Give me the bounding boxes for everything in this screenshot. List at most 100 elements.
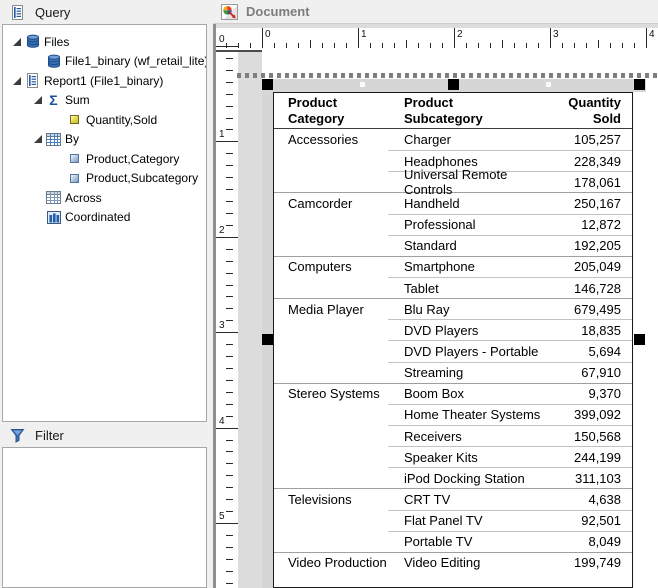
- cell-quantity-sold[interactable]: 178,061: [554, 171, 632, 192]
- cell-product-category[interactable]: Camcorder: [274, 193, 388, 213]
- cell-quantity-sold[interactable]: 679,495: [554, 299, 632, 319]
- cell-product-subcategory[interactable]: CRT TV: [388, 489, 554, 509]
- table-row[interactable]: Tablet146,728: [274, 277, 632, 298]
- cell-product-subcategory[interactable]: Boom Box: [388, 384, 554, 404]
- cell-quantity-sold[interactable]: 228,349: [554, 150, 632, 171]
- cell-quantity-sold[interactable]: 8,049: [554, 531, 632, 552]
- selection-handle-top-right[interactable]: [634, 79, 645, 90]
- cell-product-subcategory[interactable]: DVD Players - Portable: [388, 340, 554, 361]
- cell-product-subcategory[interactable]: Flat Panel TV: [388, 510, 554, 531]
- cell-product-category[interactable]: [274, 171, 388, 192]
- table-row[interactable]: Professional12,872: [274, 214, 632, 235]
- cell-product-subcategory[interactable]: Handheld: [388, 193, 554, 213]
- tree-item-file1-binary-wf-retail-lite[interactable]: File1_binary (wf_retail_lite): [3, 52, 206, 72]
- column-header-product-category[interactable]: ProductCategory: [274, 93, 388, 128]
- cell-product-category[interactable]: [274, 214, 388, 235]
- cell-product-category[interactable]: Stereo Systems: [274, 384, 388, 404]
- cell-product-category[interactable]: [274, 510, 388, 531]
- cell-product-subcategory[interactable]: Tablet: [388, 277, 554, 298]
- table-row[interactable]: DVD Players18,835: [274, 319, 632, 340]
- cell-product-category[interactable]: Accessories: [274, 129, 388, 150]
- cell-quantity-sold[interactable]: 12,872: [554, 214, 632, 235]
- tree-item-report1-file1-binary[interactable]: Report1 (File1_binary): [3, 71, 206, 91]
- cell-product-subcategory[interactable]: Smartphone: [388, 257, 554, 277]
- expand-arrow-icon[interactable]: [30, 92, 45, 108]
- tree-item-coordinated[interactable]: Coordinated: [3, 208, 206, 228]
- cell-quantity-sold[interactable]: 5,694: [554, 340, 632, 361]
- cell-product-category[interactable]: Computers: [274, 257, 388, 277]
- cell-product-category[interactable]: [274, 446, 388, 467]
- cell-product-subcategory[interactable]: Speaker Kits: [388, 446, 554, 467]
- table-row[interactable]: Stereo SystemsBoom Box9,370: [274, 383, 632, 404]
- tree-item-product-category[interactable]: Product,Category: [3, 149, 206, 169]
- cell-quantity-sold[interactable]: 192,205: [554, 235, 632, 256]
- cell-quantity-sold[interactable]: 244,199: [554, 446, 632, 467]
- tree-item-across[interactable]: Across: [3, 188, 206, 208]
- cell-quantity-sold[interactable]: 105,257: [554, 129, 632, 150]
- cell-quantity-sold[interactable]: 146,728: [554, 277, 632, 298]
- cell-product-category[interactable]: Televisions: [274, 489, 388, 509]
- expand-arrow-icon[interactable]: [9, 73, 24, 89]
- table-row[interactable]: ComputersSmartphone205,049: [274, 256, 632, 277]
- expand-arrow-icon[interactable]: [9, 34, 24, 50]
- cell-product-subcategory[interactable]: Video Editing: [388, 553, 554, 573]
- tree-item-files[interactable]: Files: [3, 32, 206, 52]
- table-row[interactable]: CamcorderHandheld250,167: [274, 192, 632, 213]
- tree-item-quantity-sold[interactable]: Quantity,Sold: [3, 110, 206, 130]
- selection-handle-mid-left[interactable]: [262, 334, 273, 345]
- cell-quantity-sold[interactable]: 311,103: [554, 467, 632, 488]
- column-header-quantity-sold[interactable]: QuantitySold: [554, 93, 632, 128]
- cell-quantity-sold[interactable]: 399,092: [554, 404, 632, 425]
- filter-panel[interactable]: [2, 447, 207, 588]
- selection-handle-top-center[interactable]: [448, 79, 459, 90]
- cell-product-subcategory[interactable]: Professional: [388, 214, 554, 235]
- tree-item-product-subcategory[interactable]: Product,Subcategory: [3, 169, 206, 189]
- cell-product-subcategory[interactable]: Home Theater Systems: [388, 404, 554, 425]
- cell-product-category[interactable]: [274, 404, 388, 425]
- cell-product-category[interactable]: [274, 425, 388, 446]
- table-row[interactable]: Standard192,205: [274, 235, 632, 256]
- selection-handle-mid-right[interactable]: [634, 334, 645, 345]
- table-row[interactable]: iPod Docking Station311,103: [274, 467, 632, 488]
- column-header-product-subcategory[interactable]: ProductSubcategory: [388, 93, 554, 128]
- tree-item-by[interactable]: By: [3, 130, 206, 150]
- tree-item-sum[interactable]: ΣSum: [3, 91, 206, 111]
- cell-product-category[interactable]: [274, 531, 388, 552]
- cell-product-category[interactable]: [274, 319, 388, 340]
- cell-product-subcategory[interactable]: iPod Docking Station: [388, 467, 554, 488]
- table-row[interactable]: Speaker Kits244,199: [274, 446, 632, 467]
- cell-quantity-sold[interactable]: 92,501: [554, 510, 632, 531]
- table-row[interactable]: Streaming67,910: [274, 362, 632, 383]
- cell-product-subcategory[interactable]: Standard: [388, 235, 554, 256]
- cell-product-category[interactable]: [274, 277, 388, 298]
- cell-product-category[interactable]: [274, 150, 388, 171]
- table-row[interactable]: Portable TV8,049: [274, 531, 632, 552]
- cell-product-category[interactable]: Video Production: [274, 553, 388, 573]
- cell-product-subcategory[interactable]: Blu Ray: [388, 299, 554, 319]
- cell-product-subcategory[interactable]: Streaming: [388, 362, 554, 383]
- cell-product-subcategory[interactable]: DVD Players: [388, 319, 554, 340]
- cell-quantity-sold[interactable]: 199,749: [554, 553, 632, 573]
- table-row[interactable]: Receivers150,568: [274, 425, 632, 446]
- report-table[interactable]: ProductCategoryProductSubcategoryQuantit…: [273, 92, 633, 588]
- cell-product-subcategory[interactable]: Universal Remote Controls: [388, 171, 554, 192]
- cell-product-category[interactable]: [274, 235, 388, 256]
- table-row[interactable]: Video ProductionVideo Editing199,749: [274, 552, 632, 573]
- cell-product-category[interactable]: [274, 362, 388, 383]
- cell-quantity-sold[interactable]: 4,638: [554, 489, 632, 509]
- table-row[interactable]: TelevisionsCRT TV4,638: [274, 488, 632, 509]
- cell-product-category[interactable]: Media Player: [274, 299, 388, 319]
- cell-quantity-sold[interactable]: 205,049: [554, 257, 632, 277]
- cell-quantity-sold[interactable]: 67,910: [554, 362, 632, 383]
- cell-product-category[interactable]: [274, 340, 388, 361]
- table-row[interactable]: AccessoriesCharger105,257: [274, 129, 632, 150]
- table-row[interactable]: Flat Panel TV92,501: [274, 510, 632, 531]
- cell-product-subcategory[interactable]: Charger: [388, 129, 554, 150]
- selection-handle-top-left[interactable]: [262, 79, 273, 90]
- cell-quantity-sold[interactable]: 18,835: [554, 319, 632, 340]
- cell-product-subcategory[interactable]: Receivers: [388, 425, 554, 446]
- table-row[interactable]: Media PlayerBlu Ray679,495: [274, 298, 632, 319]
- cell-quantity-sold[interactable]: 150,568: [554, 425, 632, 446]
- expand-arrow-icon[interactable]: [30, 131, 45, 147]
- table-row[interactable]: Home Theater Systems399,092: [274, 404, 632, 425]
